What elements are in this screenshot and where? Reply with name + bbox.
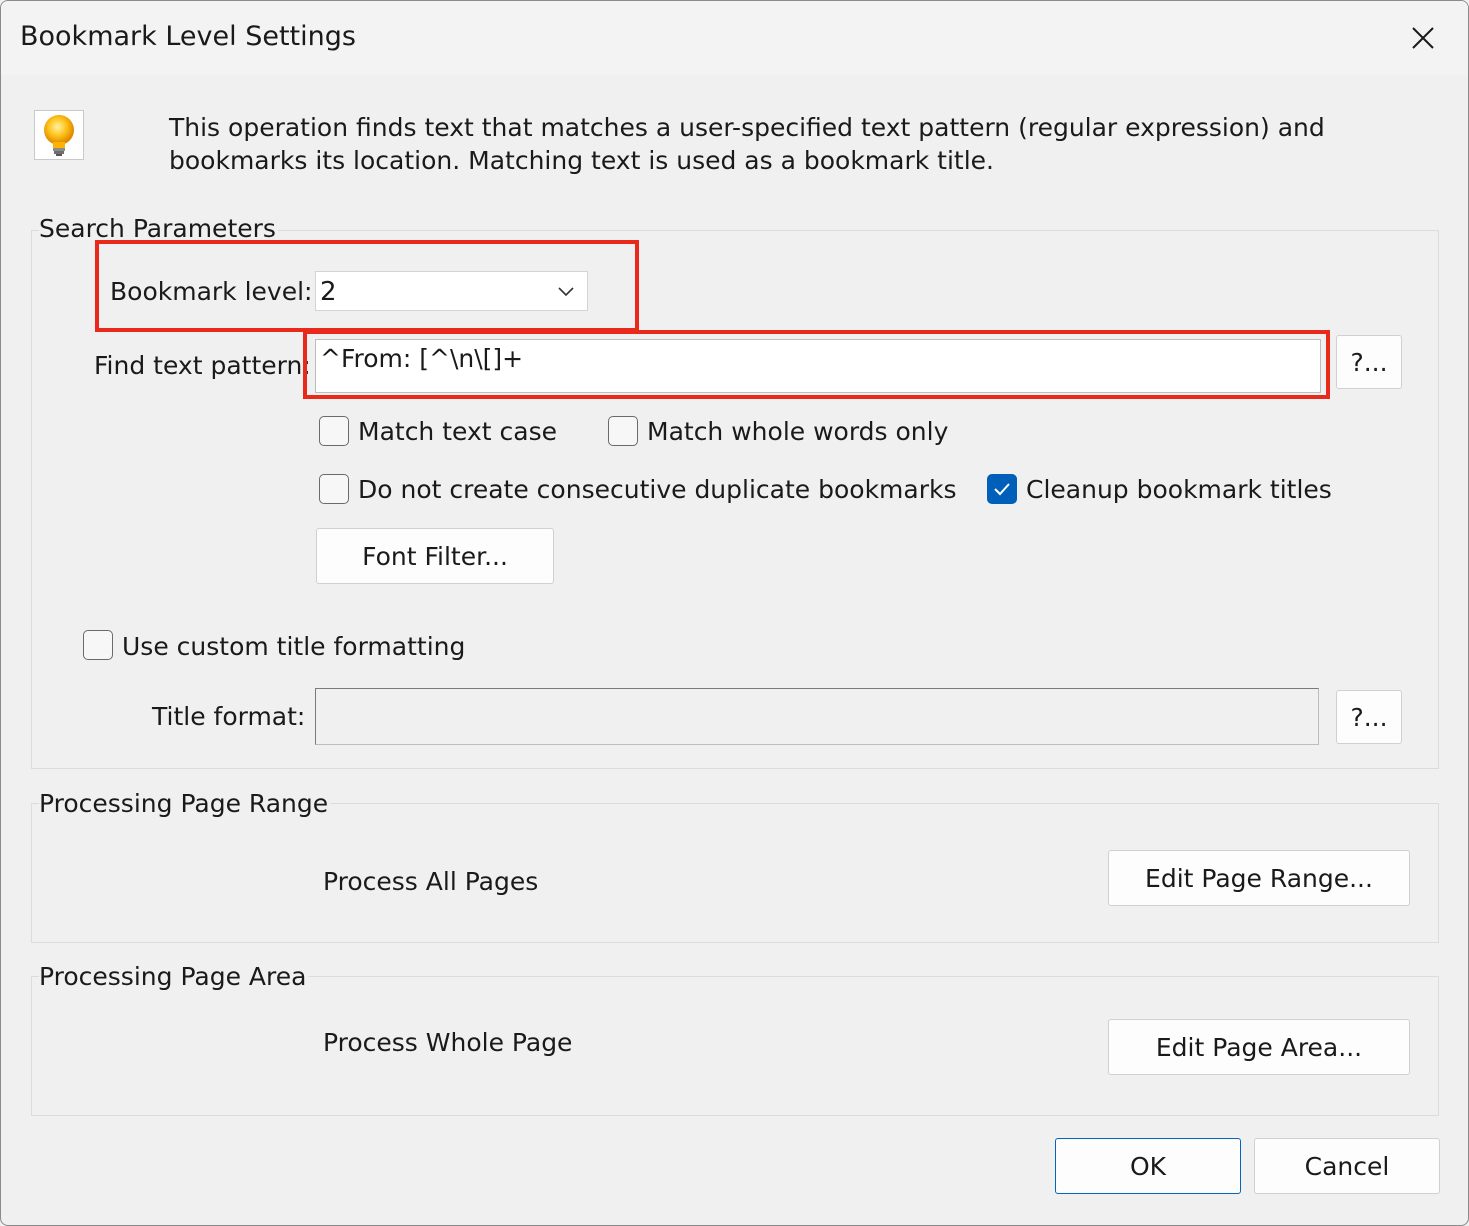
page-area-status: Process Whole Page (323, 1028, 573, 1057)
match-case-checkbox[interactable] (319, 416, 349, 446)
bookmark-level-label: Bookmark level: (110, 277, 313, 306)
title-format-label: Title format: (152, 702, 306, 731)
page-area-label: Processing Page Area (39, 962, 309, 991)
lightbulb-icon (34, 110, 84, 160)
search-parameters-label: Search Parameters (39, 214, 278, 243)
no-duplicates-checkbox[interactable] (319, 474, 349, 504)
font-filter-button[interactable]: Font Filter... (316, 528, 554, 584)
ok-button[interactable]: OK (1055, 1138, 1241, 1194)
title-format-input[interactable] (315, 688, 1319, 745)
match-case-label[interactable]: Match text case (358, 417, 557, 446)
find-pattern-value: ^From: [^\n\[]+ (320, 344, 524, 373)
custom-format-label[interactable]: Use custom title formatting (122, 632, 465, 661)
cleanup-titles-label[interactable]: Cleanup bookmark titles (1026, 475, 1332, 504)
operation-description: This operation finds text that matches a… (169, 113, 1325, 175)
title-bar[interactable]: Bookmark Level Settings (1, 1, 1468, 75)
close-button[interactable] (1378, 1, 1468, 75)
edit-page-area-button[interactable]: Edit Page Area... (1108, 1019, 1410, 1075)
dialog-window: Bookmark Level Settings This operation f… (0, 0, 1469, 1226)
page-range-status: Process All Pages (323, 867, 539, 896)
find-pattern-input[interactable]: ^From: [^\n\[]+ (315, 339, 1321, 393)
cleanup-titles-checkbox[interactable] (987, 474, 1017, 504)
cancel-button[interactable]: Cancel (1254, 1138, 1440, 1194)
no-duplicates-label[interactable]: Do not create consecutive duplicate book… (358, 475, 957, 504)
whole-words-label[interactable]: Match whole words only (647, 417, 948, 446)
whole-words-checkbox[interactable] (608, 416, 638, 446)
custom-format-checkbox[interactable] (83, 630, 113, 660)
checkmark-icon (994, 483, 1010, 496)
find-pattern-label: Find text pattern: (94, 351, 311, 380)
dialog-title: Bookmark Level Settings (20, 21, 356, 52)
close-icon (1412, 27, 1434, 49)
page-range-label: Processing Page Range (39, 789, 331, 818)
chevron-down-icon (558, 287, 574, 297)
pattern-help-button[interactable]: ?... (1336, 335, 1402, 389)
bookmark-level-dropdown[interactable]: 2 (315, 271, 588, 311)
title-format-help-button[interactable]: ?... (1336, 690, 1402, 744)
edit-page-range-button[interactable]: Edit Page Range... (1108, 850, 1410, 906)
bookmark-level-value: 2 (320, 277, 337, 307)
